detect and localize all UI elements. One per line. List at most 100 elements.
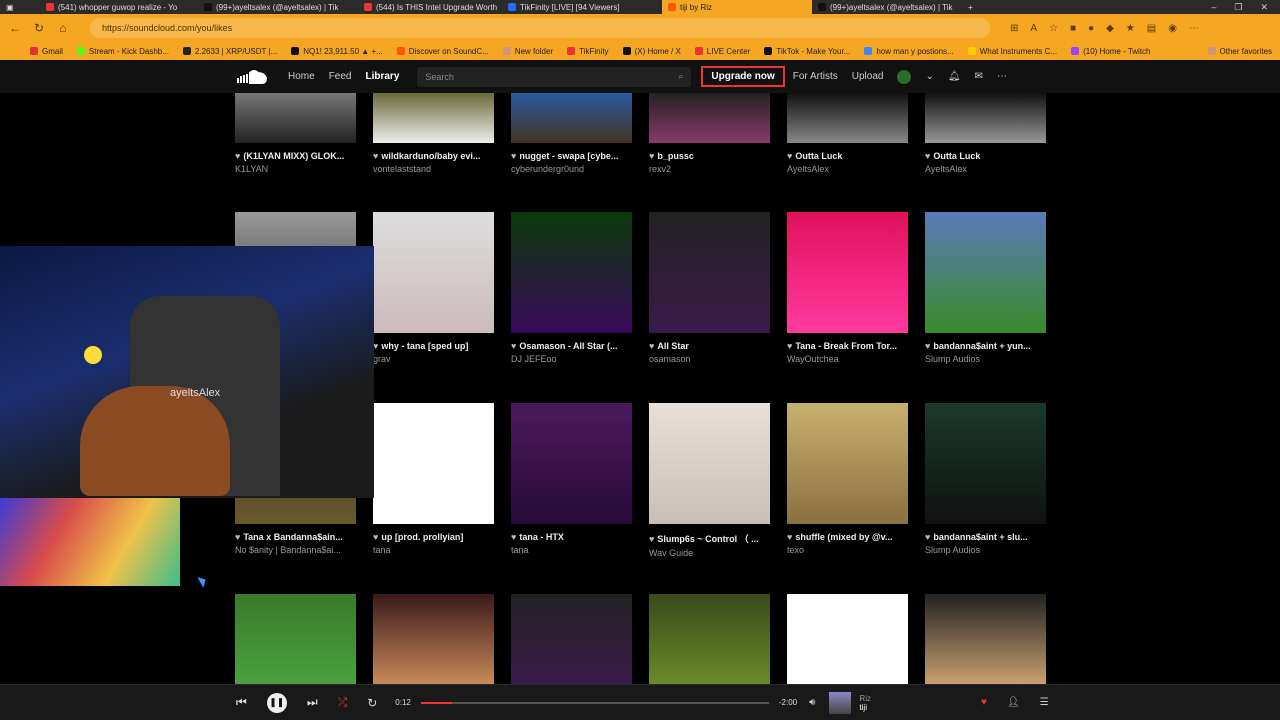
heart-icon[interactable]: ♥ (511, 532, 516, 542)
bookmark-item[interactable]: (10) Home - Twitch (1071, 47, 1151, 56)
track-title[interactable]: ♥ bandanna$aint + yun... (925, 341, 1046, 351)
notifications-bell-icon[interactable]: 🔔︎ (948, 71, 961, 82)
track-artist[interactable]: rexv2 (649, 164, 770, 174)
track-artwork[interactable] (373, 93, 494, 143)
track-title[interactable]: ♥ Outta Luck (787, 151, 908, 161)
track-artwork[interactable] (373, 212, 494, 333)
track-artwork[interactable] (373, 403, 494, 524)
track-card[interactable]: ♥ Outta Luck AyeltsAlex (787, 93, 908, 174)
track-artist[interactable]: vontelaststand (373, 164, 494, 174)
track-artist[interactable]: Slump Audios (925, 354, 1046, 364)
track-card[interactable]: ♥ tana - HTX tana (511, 403, 632, 555)
track-artist[interactable]: K1LYAN (235, 164, 356, 174)
track-artwork[interactable] (649, 212, 770, 333)
heart-icon[interactable]: ♥ (787, 341, 792, 351)
apps-icon[interactable]: ⊞ (1010, 23, 1018, 34)
for-artists-link[interactable]: For Artists (793, 71, 838, 82)
bookmark-item[interactable]: 2.2633 | XRP/USDT |... (182, 47, 277, 56)
bookmark-item[interactable]: TikTok - Make Your... (764, 47, 850, 56)
track-artist[interactable]: osamason (649, 354, 770, 364)
track-title[interactable]: ♥ All Star (649, 341, 770, 351)
like-heart-icon[interactable]: ♥ (981, 697, 987, 708)
track-title[interactable]: ♥ b_pussc (649, 151, 770, 161)
track-artwork[interactable] (511, 403, 632, 524)
volume-icon[interactable]: 🔊︎ (809, 697, 815, 708)
search-icon[interactable]: ⌕ (678, 71, 683, 82)
bookmark-item[interactable]: NQ1! 23,911.50 ▲ +... (291, 47, 383, 56)
track-artist[interactable]: Wav Guide (649, 548, 770, 558)
track-artist[interactable]: No $anity | Bandanna$ai... (235, 545, 356, 555)
now-playing-title[interactable]: tiji (859, 703, 871, 712)
bookmark-item[interactable]: What Instruments C... (967, 47, 1057, 56)
track-artwork[interactable] (511, 212, 632, 333)
track-artist[interactable]: WayOutchea (787, 354, 908, 364)
track-title[interactable]: ♥ (K1LYAN MIXX) GLOK... (235, 151, 356, 161)
browser-tab[interactable]: (544) Is THIS Intel Upgrade Worth (358, 0, 502, 14)
heart-icon[interactable]: ♥ (925, 532, 930, 542)
track-card[interactable]: ♥ b_pussc rexv2 (649, 93, 770, 174)
restore-icon[interactable]: ❐ (1234, 2, 1242, 13)
track-artist[interactable]: AyeltsAlex (787, 164, 908, 174)
track-title[interactable]: ♥ Tana - Break From Tor... (787, 341, 908, 351)
track-card[interactable]: ♥ bandanna$aint + slu... Slump Audios (925, 403, 1046, 555)
track-artwork[interactable] (235, 93, 356, 143)
track-artist[interactable]: Slump Audios (925, 545, 1046, 555)
bookmark-item[interactable]: (X) Home / X (622, 47, 681, 56)
track-artist[interactable]: DJ JEFEoo (511, 354, 632, 364)
track-title[interactable]: ♥ Osamason - All Star (... (511, 341, 632, 351)
next-icon[interactable]: ⏭ (307, 695, 318, 710)
track-card[interactable]: ♥ Outta Luck AyeltsAlex (925, 93, 1046, 174)
queue-icon[interactable]: ☰ (1040, 697, 1049, 708)
track-card[interactable] (511, 594, 632, 684)
track-artwork[interactable] (787, 594, 908, 684)
track-artist[interactable]: grav (373, 354, 494, 364)
bookmark-item[interactable]: how man y postions... (864, 47, 954, 56)
extension-icon-3[interactable]: ◆ (1106, 23, 1114, 34)
bookmark-item[interactable]: Gmail (30, 47, 63, 56)
bookmark-item[interactable]: TikFinity (567, 47, 609, 56)
bookmark-item[interactable]: Discover on SoundC... (396, 47, 489, 56)
track-card[interactable]: ♥ nugget - swapa [cybe... cyberundergr0und (511, 93, 632, 174)
track-artist[interactable]: cyberundergr0und (511, 164, 632, 174)
minimize-icon[interactable]: – (1211, 2, 1216, 13)
bookmark-item[interactable]: Stream - Kick Dashb... (76, 47, 169, 56)
more-menu-icon[interactable]: ⋯ (1189, 23, 1199, 34)
heart-icon[interactable]: ♥ (373, 532, 378, 542)
track-card[interactable]: ♥ Slump6s ~ Control （ ... Wav Guide (649, 403, 770, 558)
progress-bar[interactable] (420, 701, 769, 704)
browser-tab[interactable]: (541) whopper guwop realize - Yo (40, 0, 198, 14)
upload-link[interactable]: Upload (852, 71, 884, 82)
url-field[interactable]: https://soundcloud.com/you/likes (90, 18, 990, 38)
follow-user-icon[interactable]: 👤︎ (1007, 697, 1020, 708)
track-card[interactable]: ♥ shuffle (mixed by @v... texo (787, 403, 908, 555)
refresh-icon[interactable]: ↻ (32, 21, 46, 35)
track-artwork[interactable] (511, 594, 632, 684)
track-card[interactable]: ♥ wildkarduno/baby evi... vontelaststand (373, 93, 494, 174)
shuffle-icon[interactable]: ⤮ (338, 695, 348, 710)
track-artwork[interactable] (511, 93, 632, 143)
track-card[interactable] (235, 594, 356, 684)
browser-tab[interactable]: (99+)ayeltsalex (@ayeltsalex) | Tik (812, 0, 962, 14)
soundcloud-logo-icon[interactable] (236, 69, 268, 85)
track-artwork[interactable] (925, 403, 1046, 524)
pause-button[interactable]: ❚❚ (266, 692, 287, 713)
track-title[interactable]: ♥ Tana x Bandanna$ain... (235, 532, 356, 542)
track-artwork[interactable] (787, 212, 908, 333)
track-artist[interactable]: tana (511, 545, 632, 555)
track-title[interactable]: ♥ wildkarduno/baby evi... (373, 151, 494, 161)
track-artwork[interactable] (649, 403, 770, 524)
track-artist[interactable]: tana (373, 545, 494, 555)
track-artwork[interactable] (649, 93, 770, 143)
other-favorites[interactable]: Other favorites (1207, 47, 1280, 56)
track-card[interactable]: ♥ (K1LYAN MIXX) GLOK... K1LYAN (235, 93, 356, 174)
track-card[interactable] (649, 594, 770, 684)
track-artist[interactable]: AyeltsAlex (925, 164, 1046, 174)
track-title[interactable]: ♥ nugget - swapa [cybe... (511, 151, 632, 161)
track-artist[interactable]: texo (787, 545, 908, 555)
track-card[interactable]: ♥ Tana - Break From Tor... WayOutchea (787, 212, 908, 364)
favorites-icon[interactable]: ★ (1126, 23, 1135, 34)
heart-icon[interactable]: ♥ (511, 341, 516, 351)
profile-icon[interactable]: ◉ (1168, 23, 1177, 34)
heart-icon[interactable]: ♥ (235, 532, 240, 542)
back-icon[interactable]: ← (8, 21, 22, 35)
